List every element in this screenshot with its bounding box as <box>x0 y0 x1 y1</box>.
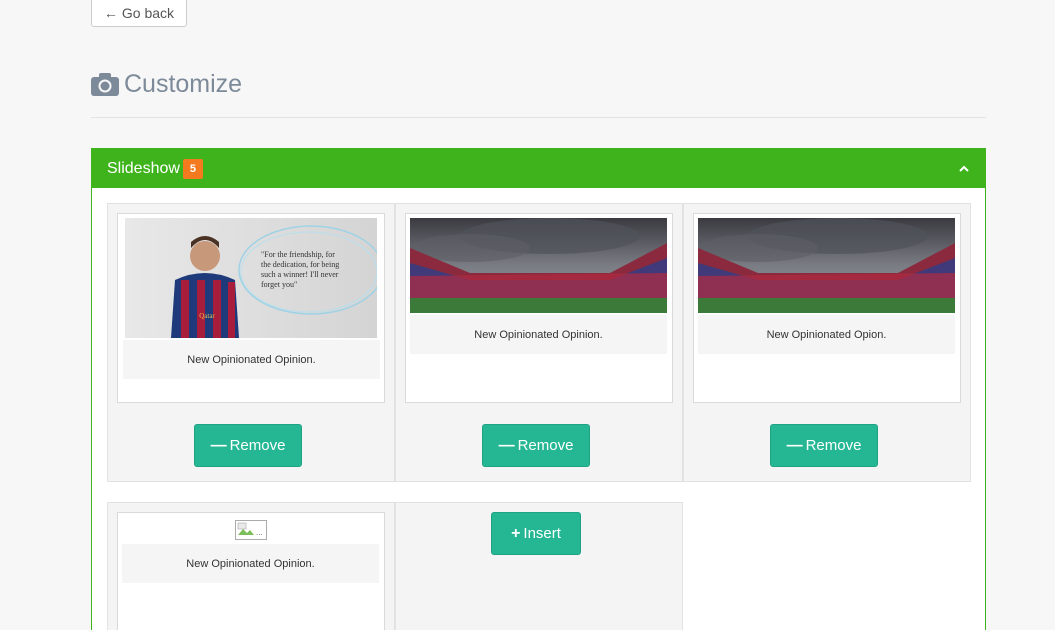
minus-icon: — <box>786 436 803 454</box>
remove-label: Remove <box>517 437 574 454</box>
slide-caption: New Opinionated Opion. <box>698 315 955 354</box>
panel-header[interactable]: Slideshow 5 <box>92 149 985 188</box>
insert-button[interactable]: + Insert <box>491 512 581 555</box>
slideshow-panel: Slideshow 5 Qatar "For the friendship, f… <box>91 148 986 630</box>
remove-button[interactable]: — Remove <box>770 424 878 467</box>
panel-title: Slideshow <box>107 159 180 177</box>
remove-button[interactable]: — Remove <box>482 424 590 467</box>
minus-icon: — <box>498 436 515 454</box>
broken-image-alt: ... <box>256 528 263 537</box>
left-arrow-icon: ← <box>103 5 118 21</box>
slide-card: ... New Opinionated Opinion. <box>117 512 385 630</box>
slide-cell: New Opinionated Opion. — Remove <box>683 203 971 482</box>
remove-label: Remove <box>805 437 862 454</box>
go-back-button[interactable]: ← Go back <box>91 0 187 27</box>
remove-label: Remove <box>229 437 286 454</box>
slide-caption: New Opinionated Opinion. <box>123 340 380 379</box>
remove-button[interactable]: — Remove <box>194 424 302 467</box>
slide-card: New Opinionated Opion. <box>693 213 961 403</box>
slide-cell: New Opinionated Opinion. — Remove <box>395 203 683 482</box>
slide-image <box>410 218 667 313</box>
slide-image: Qatar "For the friendship, for the dedic… <box>125 218 377 338</box>
page-title: Customize <box>91 64 242 104</box>
slide-card: Qatar "For the friendship, for the dedic… <box>117 213 385 403</box>
divider <box>91 117 986 118</box>
slide-cell: Qatar "For the friendship, for the dedic… <box>107 203 395 482</box>
slide-cell: ... New Opinionated Opinion. <box>107 502 395 630</box>
insert-cell: + Insert <box>395 502 683 630</box>
go-back-label: Go back <box>121 5 175 21</box>
minus-icon: — <box>210 436 227 454</box>
chevron-up-icon[interactable] <box>957 162 971 176</box>
page-title-text: Customize <box>124 69 243 98</box>
slide-caption: New Opinionated Opinion. <box>122 544 379 583</box>
svg-text:Qatar: Qatar <box>199 312 215 320</box>
slide-count-badge: 5 <box>182 158 203 179</box>
broken-image-icon: ... <box>235 520 267 540</box>
insert-label: Insert <box>523 525 561 542</box>
slide-caption: New Opinionated Opinion. <box>410 315 667 354</box>
slide-image <box>698 218 955 313</box>
slide-card: New Opinionated Opinion. <box>405 213 673 403</box>
plus-icon: + <box>511 524 521 542</box>
slide-quote: "For the friendship, for the dedication,… <box>261 250 340 289</box>
camera-icon <box>91 73 119 96</box>
